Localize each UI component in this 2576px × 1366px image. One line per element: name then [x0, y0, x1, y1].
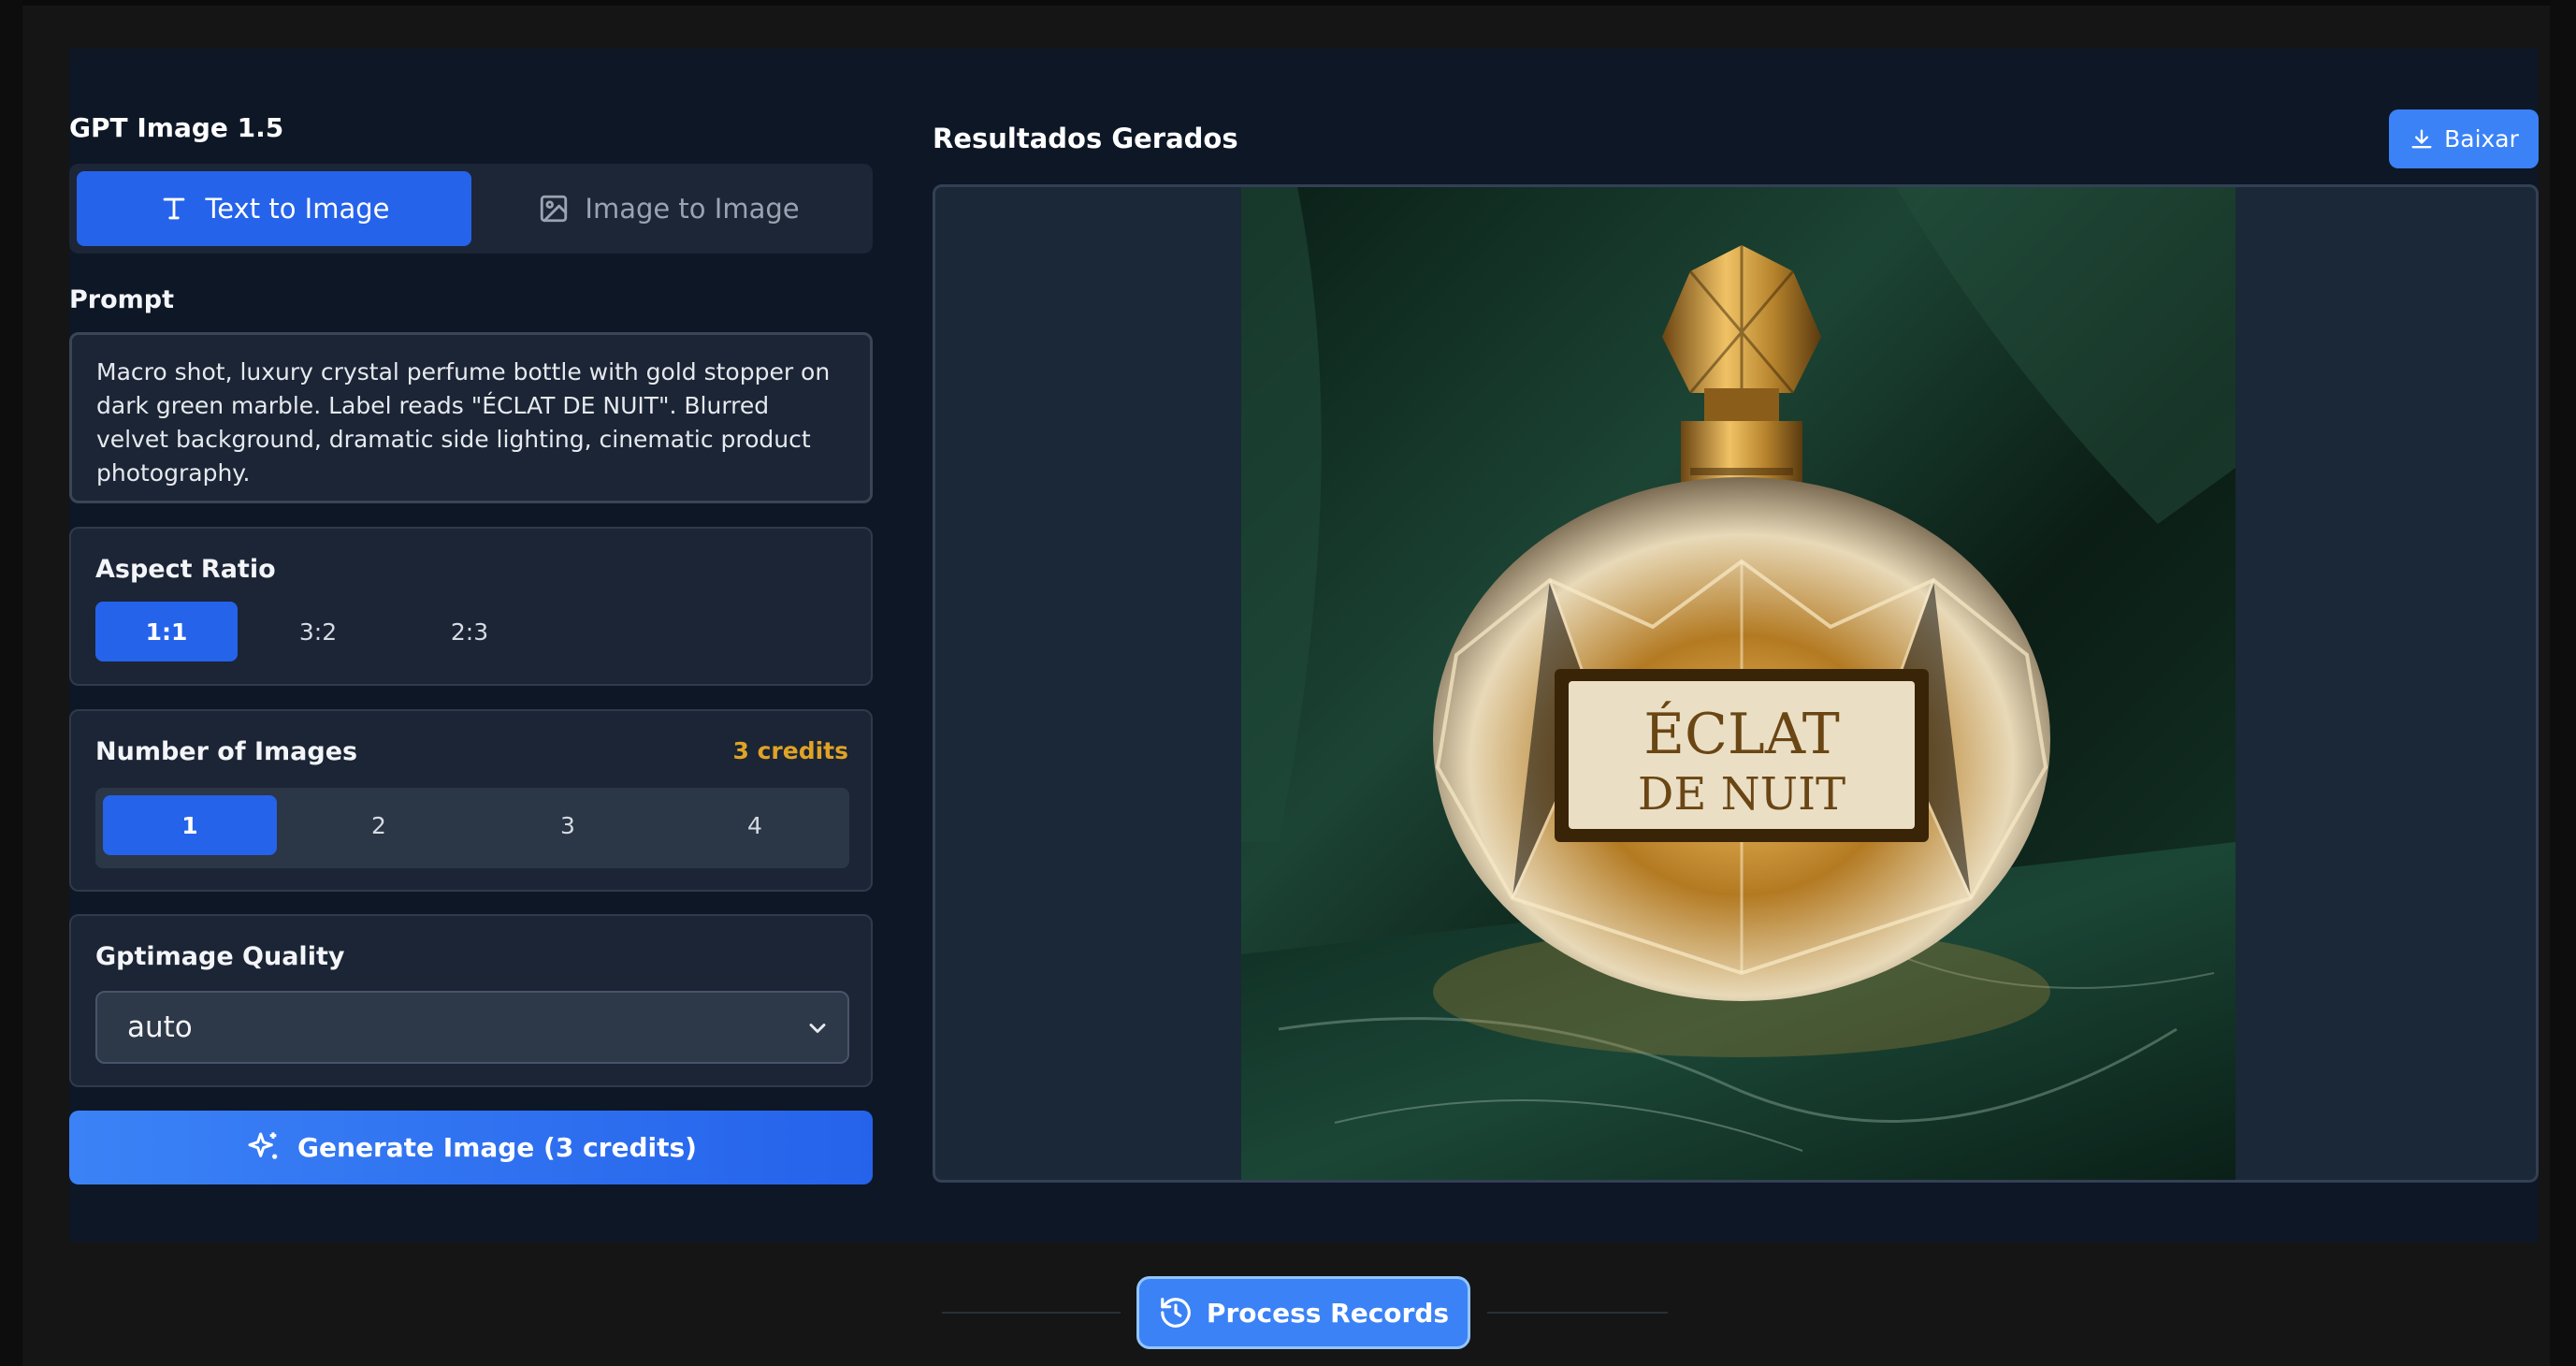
app-title: GPT Image 1.5 [69, 112, 284, 143]
image-icon [541, 195, 568, 223]
text-icon [164, 197, 185, 220]
history-icon [1161, 1298, 1191, 1328]
tab-image-to-image[interactable]: Image to Image [471, 171, 866, 246]
mode-tabs: Text to Image Image to Image [69, 164, 873, 254]
label-text-de-nuit: DE NUIT [1638, 768, 1845, 821]
chevron-down-icon [809, 1024, 826, 1033]
quality-card: Gptimage Quality auto [69, 914, 873, 1087]
sparkles-icon [248, 1131, 278, 1159]
frame-edge [0, 0, 22, 1366]
quality-label: Gptimage Quality [95, 942, 345, 971]
num-option-3[interactable]: 3 [481, 795, 655, 855]
generate-label: Generate Image (3 credits) [297, 1132, 697, 1163]
download-button[interactable]: Baixar [2389, 109, 2539, 168]
num-option-2[interactable]: 2 [292, 795, 466, 855]
ratio-option-2-3[interactable]: 2:3 [398, 602, 541, 661]
num-option-4[interactable]: 4 [668, 795, 842, 855]
tab-label: Text to Image [205, 193, 390, 225]
quality-select[interactable]: auto [95, 991, 849, 1064]
divider-right [1487, 1312, 1668, 1314]
num-images-label: Number of Images [95, 737, 358, 766]
ratio-option-1-1[interactable]: 1:1 [95, 602, 238, 661]
app-frame: GPT Image 1.5 Text to Image Image to Ima… [0, 0, 2576, 1366]
frame-edge [0, 0, 2576, 6]
num-images-selector: 1 2 3 4 [95, 788, 849, 868]
aspect-ratio-card: Aspect Ratio 1:1 3:2 2:3 [69, 527, 873, 686]
result-preview: ÉCLAT DE NUIT [933, 184, 2539, 1183]
generated-image[interactable]: ÉCLAT DE NUIT [1241, 187, 2236, 1180]
num-images-card: Number of Images 3 credits 1 2 3 4 [69, 709, 873, 892]
tab-text-to-image[interactable]: Text to Image [77, 171, 471, 246]
download-label: Baixar [2444, 125, 2519, 153]
divider-left [942, 1312, 1121, 1314]
download-icon [2411, 129, 2432, 148]
aspect-ratio-label: Aspect Ratio [95, 555, 276, 584]
credits-badge: 3 credits [732, 737, 849, 764]
quality-value: auto [127, 1010, 193, 1044]
process-records-button[interactable]: Process Records [1136, 1276, 1470, 1349]
prompt-textarea[interactable]: Macro shot, luxury crystal perfume bottl… [69, 332, 873, 503]
frame-edge [2550, 0, 2576, 1366]
num-option-1[interactable]: 1 [103, 795, 277, 855]
generate-button[interactable]: Generate Image (3 credits) [69, 1111, 873, 1184]
ratio-option-3-2[interactable]: 3:2 [247, 602, 389, 661]
process-records-label: Process Records [1206, 1297, 1450, 1329]
results-title: Resultados Gerados [933, 123, 1238, 154]
tab-label: Image to Image [585, 193, 800, 225]
label-text-eclat: ÉCLAT [1643, 701, 1840, 767]
perfume-bottle-image: ÉCLAT DE NUIT [1241, 187, 2236, 1180]
prompt-label: Prompt [69, 285, 175, 314]
